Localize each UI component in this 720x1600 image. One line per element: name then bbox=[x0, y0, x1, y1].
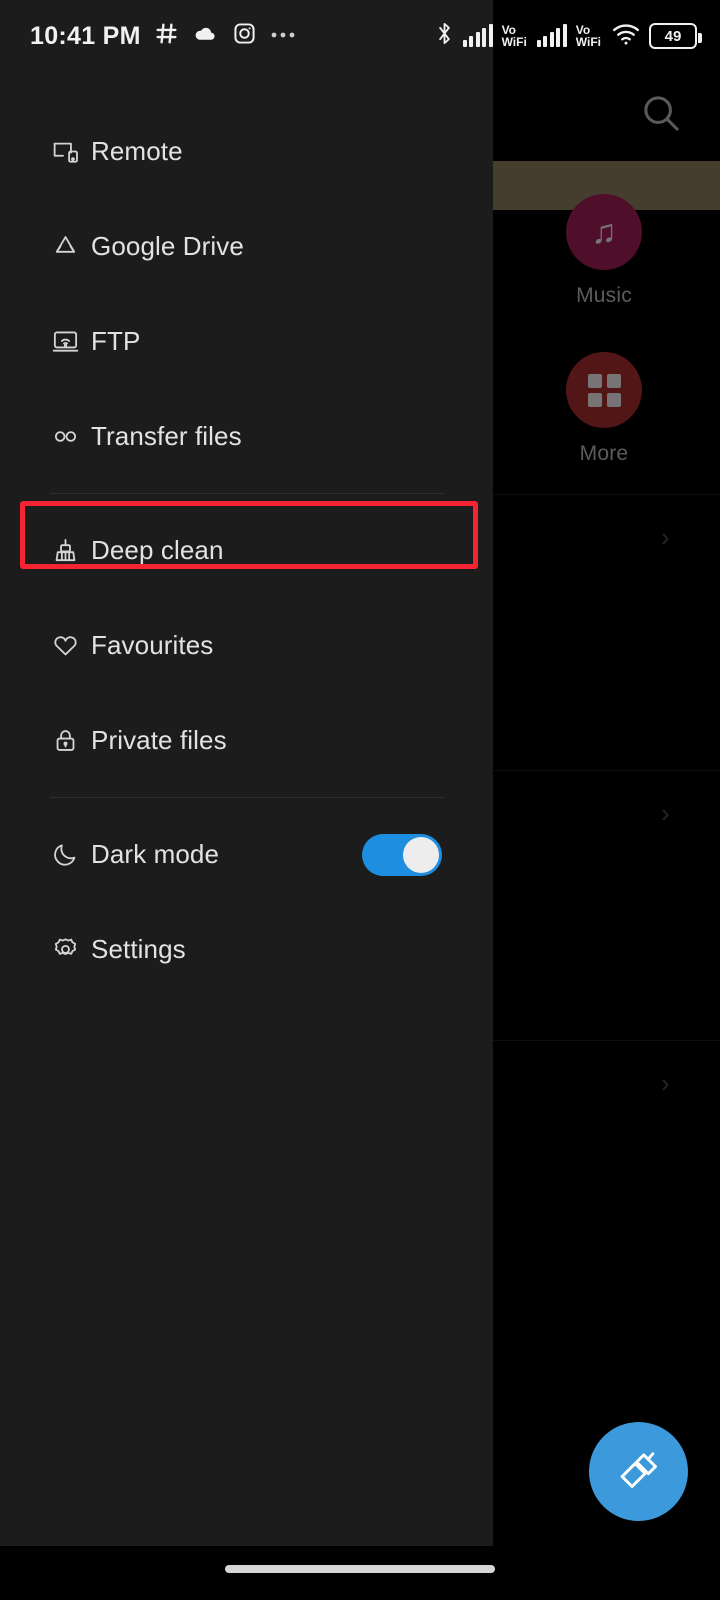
list-separator bbox=[493, 1040, 720, 1041]
broom-icon bbox=[50, 536, 80, 566]
chevron-right-icon[interactable]: › bbox=[661, 798, 670, 829]
chevron-right-icon[interactable]: › bbox=[661, 1068, 670, 1099]
volte-wifi-sim1-label: Vo WiFi bbox=[501, 23, 527, 49]
slack-icon bbox=[154, 21, 179, 51]
drawer-item-transfer-files[interactable]: Transfer files bbox=[0, 389, 493, 484]
battery-icon: 49 bbox=[649, 23, 702, 49]
status-bar: 10:41 PM Vo WiFi Vo WiFi 49 bbox=[0, 0, 720, 72]
status-bar-left: 10:41 PM bbox=[30, 0, 300, 72]
status-bar-clock: 10:41 PM bbox=[30, 21, 141, 50]
drawer-item-label: Remote bbox=[91, 136, 183, 166]
signal-bars-sim2-icon bbox=[536, 24, 567, 47]
dark-mode-toggle[interactable] bbox=[362, 833, 442, 876]
deep-clean-fab[interactable] bbox=[589, 1422, 688, 1521]
drawer-item-label: Google Drive bbox=[91, 231, 244, 261]
navigation-drawer: Remote Google Drive FTP Transfer files D… bbox=[0, 0, 493, 1546]
drawer-item-google-drive[interactable]: Google Drive bbox=[0, 199, 493, 294]
instagram-icon bbox=[232, 21, 257, 51]
category-more-label: More bbox=[579, 442, 629, 465]
drawer-item-label: FTP bbox=[91, 326, 141, 356]
heart-icon bbox=[50, 631, 80, 661]
drawer-item-settings[interactable]: Settings bbox=[0, 902, 493, 997]
list-separator bbox=[493, 770, 720, 771]
infinity-icon bbox=[50, 422, 80, 452]
list-separator bbox=[493, 494, 720, 495]
drawer-item-dark-mode[interactable]: Dark mode bbox=[0, 807, 493, 902]
wifi-icon bbox=[611, 22, 641, 51]
music-note-icon: ♫ bbox=[566, 194, 642, 270]
drawer-item-label: Deep clean bbox=[91, 535, 224, 565]
chevron-right-icon[interactable]: › bbox=[661, 522, 670, 553]
category-music-label: Music bbox=[576, 284, 632, 307]
drawer-item-label: Settings bbox=[91, 934, 186, 964]
category-more[interactable]: More bbox=[524, 352, 684, 466]
remote-cast-icon bbox=[50, 137, 80, 167]
gesture-home-bar[interactable] bbox=[225, 1565, 495, 1573]
lock-icon bbox=[50, 726, 80, 756]
category-music[interactable]: ♫ Music bbox=[524, 194, 684, 308]
drawer-item-favourites[interactable]: Favourites bbox=[0, 598, 493, 693]
signal-bars-sim1-icon bbox=[462, 24, 493, 47]
phone-screen: ♫ Music More › › › Remote Google Drive F… bbox=[0, 0, 720, 1600]
drawer-item-list: Remote Google Drive FTP Transfer files D… bbox=[0, 104, 493, 997]
gear-icon bbox=[50, 935, 80, 965]
google-drive-icon bbox=[50, 232, 80, 262]
system-navigation-area bbox=[0, 1546, 720, 1600]
drawer-item-ftp[interactable]: FTP bbox=[0, 294, 493, 389]
toggle-knob bbox=[403, 836, 439, 873]
drawer-item-label: Favourites bbox=[91, 630, 214, 660]
drawer-item-label: Transfer files bbox=[91, 421, 242, 451]
drawer-item-deep-clean[interactable]: Deep clean bbox=[0, 503, 493, 598]
drawer-item-label: Private files bbox=[91, 725, 227, 755]
bluetooth-icon bbox=[434, 20, 455, 52]
status-bar-right: Vo WiFi Vo WiFi 49 bbox=[434, 0, 702, 72]
grid-apps-icon bbox=[566, 352, 642, 428]
volte-wifi-sim2-label: Vo WiFi bbox=[575, 23, 601, 49]
onedrive-icon bbox=[192, 20, 219, 52]
drawer-item-remote[interactable]: Remote bbox=[0, 104, 493, 199]
battery-level-label: 49 bbox=[664, 27, 682, 45]
drawer-item-label: Dark mode bbox=[91, 839, 220, 869]
overflow-dots-icon bbox=[270, 27, 300, 45]
ftp-screen-icon bbox=[50, 327, 80, 357]
drawer-item-private-files[interactable]: Private files bbox=[0, 693, 493, 788]
search-icon[interactable] bbox=[638, 90, 684, 136]
moon-icon bbox=[50, 840, 80, 870]
